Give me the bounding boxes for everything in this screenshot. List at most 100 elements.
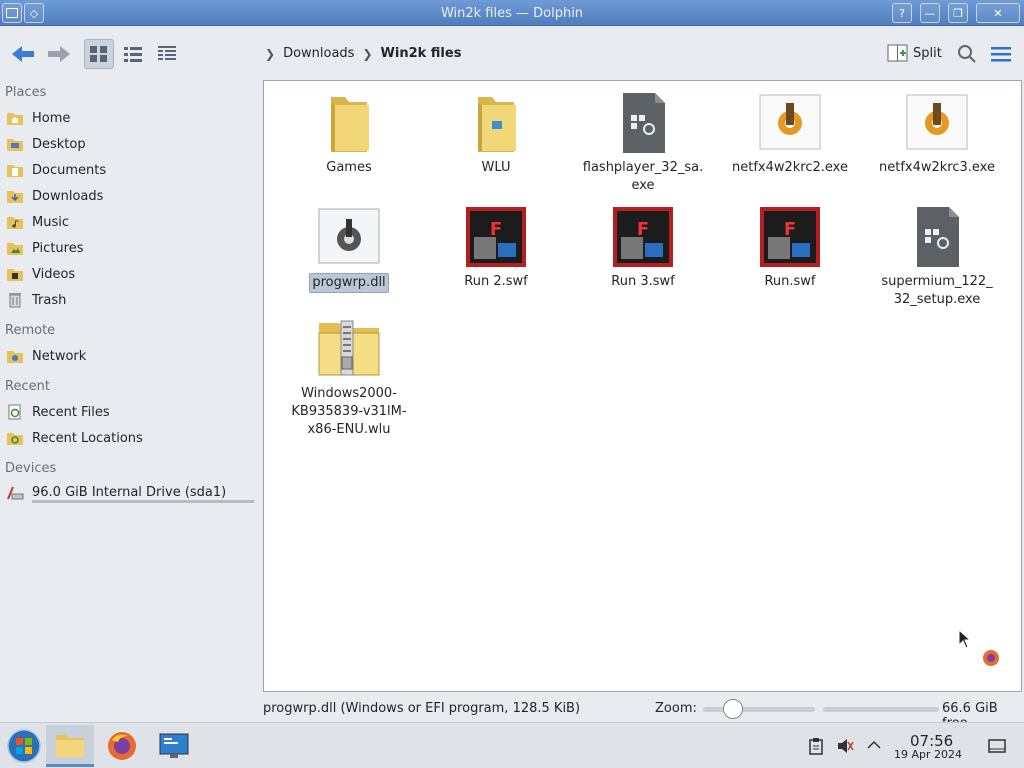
sidebar-item-recent-files[interactable]: Recent Files [6, 403, 110, 421]
chevron-right-icon: ❯ [265, 46, 276, 61]
firefox-icon [108, 732, 136, 760]
file-label: Games [326, 160, 372, 175]
trash-icon [9, 293, 21, 308]
file-item[interactable]: F Run 3.swf [578, 205, 708, 291]
sidebar-item-label: Recent Files [32, 404, 110, 420]
desktop-folder-icon [7, 139, 23, 151]
pictures-folder-icon [7, 243, 23, 255]
file-item-selected[interactable]: progwrp.dll [284, 205, 414, 293]
downloads-folder-icon [7, 191, 23, 203]
zoom-slider-handle[interactable] [723, 699, 743, 719]
split-button[interactable]: Split [887, 43, 942, 63]
clipboard-icon[interactable] [808, 737, 824, 755]
flash-movie-icon: F [466, 207, 526, 267]
maximize-button[interactable]: ❐ [948, 3, 968, 23]
sidebar-item-label: 96.0 GiB Internal Drive (sda1) [32, 484, 227, 500]
start-button[interactable] [0, 725, 48, 767]
breadcrumb-downloads[interactable]: Downloads [283, 46, 354, 61]
places-panel: Places Home Desktop Documents Downloads … [0, 80, 260, 720]
window-titlebar[interactable]: ◇ Win2k files — Dolphin ? — ❐ ✕ [0, 0, 1024, 26]
file-label: WLU [481, 160, 511, 175]
sidebar-item-downloads[interactable]: Downloads [6, 187, 103, 205]
videos-folder-icon [7, 269, 23, 281]
back-button[interactable] [8, 39, 38, 69]
volume-muted-icon[interactable] [836, 737, 854, 755]
file-item[interactable]: Windows2000- KB935839-v31lM- x86-ENU.wlu [284, 317, 414, 439]
free-space-bar [823, 707, 939, 712]
file-label: Windows2000- KB935839-v31lM- x86-ENU.wlu [291, 386, 407, 437]
split-label: Split [913, 45, 942, 61]
clock-date[interactable]: 19 Apr 2024 [894, 748, 962, 761]
flash-movie-icon: F [760, 207, 820, 267]
file-item[interactable]: netfx4w2krc3.exe [872, 91, 1002, 177]
svg-text:F: F [490, 219, 502, 240]
close-button[interactable]: ✕ [976, 3, 1020, 23]
file-item[interactable]: supermium_122_ 32_setup.exe [872, 205, 1002, 309]
forward-button[interactable] [44, 39, 74, 69]
recent-locations-icon [7, 433, 23, 445]
file-label: Run 3.swf [611, 274, 675, 289]
music-folder-icon [7, 217, 23, 229]
sidebar-item-internal-drive[interactable]: 96.0 GiB Internal Drive (sda1) [6, 483, 226, 501]
file-label: netfx4w2krc2.exe [732, 160, 848, 175]
sidebar-item-pictures[interactable]: Pictures [6, 239, 83, 257]
file-label: progwrp.dll [309, 273, 389, 293]
sidebar-item-label: Desktop [32, 136, 86, 152]
file-item[interactable]: WLU [431, 91, 561, 177]
compact-view-button[interactable] [118, 39, 148, 69]
chevron-up-icon[interactable] [866, 737, 882, 753]
hamburger-menu-button[interactable] [986, 39, 1016, 69]
forward-arrow-icon [48, 46, 70, 62]
sidebar-item-trash[interactable]: Trash [6, 291, 66, 309]
system-monitor-icon [159, 733, 189, 758]
sidebar-item-music[interactable]: Music [6, 213, 69, 231]
sidebar-item-documents[interactable]: Documents [6, 161, 106, 179]
zoom-slider[interactable] [703, 707, 815, 712]
sidebar-item-network[interactable]: Network [6, 347, 86, 365]
folder-icon [331, 97, 369, 152]
show-desktop-icon[interactable] [988, 737, 1006, 755]
drive-usage-bar [32, 500, 254, 503]
taskbar-firefox[interactable] [98, 725, 146, 767]
file-view[interactable]: Games WLU flashplayer_32_sa. exe netfx4w… [263, 80, 1022, 692]
sidebar-item-label: Documents [32, 162, 107, 178]
file-label: Run 2.swf [464, 274, 528, 289]
sidebar-item-label: Home [32, 110, 71, 126]
icons-view-button[interactable] [84, 39, 114, 69]
zip-folder-icon [318, 320, 380, 376]
window-title: Win2k files — Dolphin [440, 6, 584, 21]
start-orb-icon [7, 729, 41, 763]
section-title-recent: Recent [5, 379, 50, 394]
sidebar-item-label: Trash [32, 292, 67, 308]
file-label: supermium_122_ 32_setup.exe [881, 274, 993, 307]
sidebar-item-home[interactable]: Home [6, 109, 70, 127]
file-item[interactable]: netfx4w2krc2.exe [725, 91, 855, 177]
firefox-badge-icon [983, 650, 999, 666]
network-folder-icon [7, 351, 23, 363]
taskbar-dolphin[interactable] [46, 725, 94, 767]
details-view-button[interactable] [152, 39, 182, 69]
executable-icon [917, 207, 959, 267]
minimize-button[interactable]: — [920, 3, 940, 23]
status-bar: progwrp.dll (Windows or EFI program, 128… [263, 698, 1024, 731]
search-button[interactable] [952, 39, 982, 69]
file-item[interactable]: flashplayer_32_sa. exe [578, 91, 708, 195]
recent-files-icon [8, 404, 21, 420]
home-folder-icon [7, 113, 23, 125]
file-item[interactable]: F Run.swf [725, 205, 855, 291]
sidebar-item-videos[interactable]: Videos [6, 265, 75, 283]
sidebar-item-desktop[interactable]: Desktop [6, 135, 86, 153]
section-title-devices: Devices [5, 461, 57, 476]
details-view-icon [158, 46, 176, 60]
status-text: progwrp.dll (Windows or EFI program, 128… [263, 701, 581, 716]
search-icon [958, 45, 976, 63]
help-button[interactable]: ? [892, 3, 912, 23]
breadcrumb-current[interactable]: Win2k files [381, 46, 462, 61]
taskbar-system-settings[interactable] [150, 725, 198, 767]
sidebar-item-recent-locations[interactable]: Recent Locations [6, 429, 143, 447]
compact-view-icon [124, 47, 142, 62]
documents-folder-icon [7, 165, 23, 177]
file-item[interactable]: Games [284, 91, 414, 177]
sidebar-item-label: Videos [32, 266, 76, 282]
file-item[interactable]: F Run 2.swf [431, 205, 561, 291]
